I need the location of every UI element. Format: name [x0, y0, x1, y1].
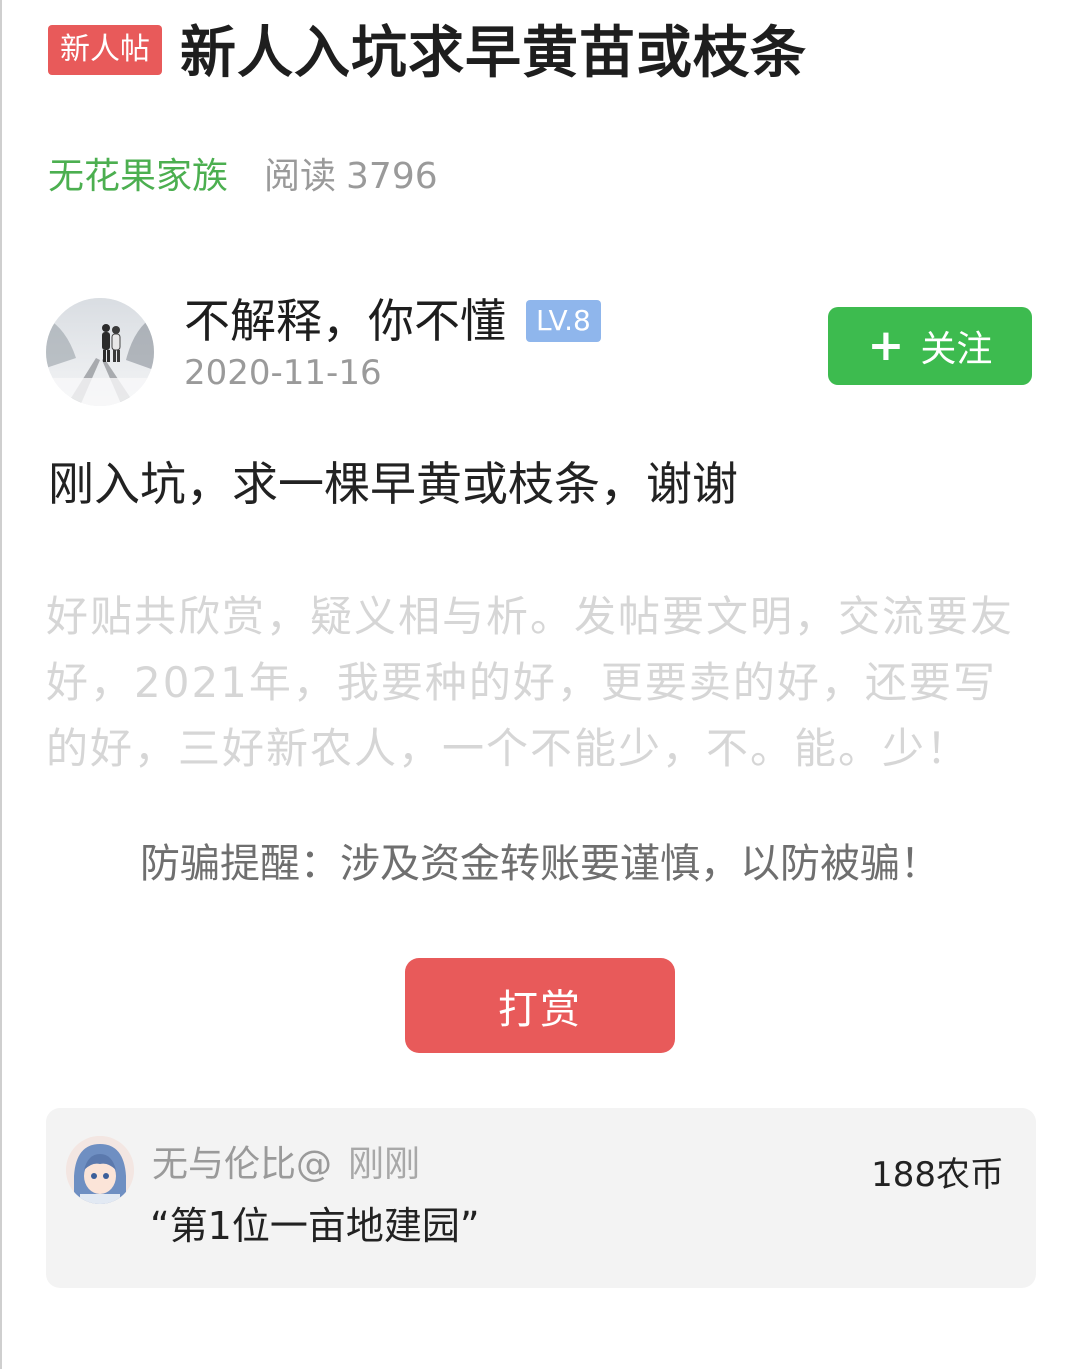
page-edge [0, 0, 2, 1369]
post-title: 新人入坑求早黄苗或枝条 [180, 21, 807, 86]
plus-icon: + [867, 320, 905, 371]
avatar-image [46, 298, 154, 406]
follow-label: 关注 [920, 329, 993, 370]
reward-button[interactable]: 打赏 [405, 958, 675, 1053]
fraud-warning: 防骗提醒：涉及资金转账要谨慎，以防被骗！ [140, 841, 940, 887]
rewarder-name[interactable]: 无与伦比@ [152, 1140, 332, 1190]
post-date: 2020-11-16 [184, 353, 382, 393]
post-meta: 无花果家族 阅读 3796 [48, 152, 438, 202]
group-link[interactable]: 无花果家族 [48, 152, 228, 202]
rewarder-avatar-image [66, 1136, 134, 1204]
reward-list: 无与伦比@ 刚刚 “第1位一亩地建园” 188农币 [46, 1108, 1036, 1288]
author-avatar[interactable] [46, 298, 154, 406]
forum-slogan: 好贴共欣赏，疑义相与析。发帖要文明，交流要友好，2021年，我要种的好，更要卖的… [46, 592, 1015, 773]
read-label: 阅读 [264, 156, 337, 197]
title-row: 新人帖 新人入坑求早黄苗或枝条 [48, 14, 807, 94]
read-count: 3796 [346, 156, 438, 197]
rewarder-avatar[interactable] [66, 1136, 134, 1204]
reward-message: “第1位一亩地建园” [150, 1204, 480, 1248]
reward-user-row: 无与伦比@ 刚刚 [152, 1140, 420, 1190]
author-name[interactable]: 不解释，你不懂 [184, 290, 506, 352]
reward-amount: 188农币 [871, 1155, 1004, 1195]
author-name-row: 不解释，你不懂 LV.8 [184, 290, 601, 352]
reward-time: 刚刚 [348, 1144, 421, 1185]
level-badge: LV.8 [526, 300, 601, 342]
new-post-tag: 新人帖 [48, 25, 162, 75]
follow-button[interactable]: + 关注 [828, 307, 1032, 385]
post-body: 刚入坑，求一棵早黄或枝条，谢谢 [48, 457, 738, 511]
